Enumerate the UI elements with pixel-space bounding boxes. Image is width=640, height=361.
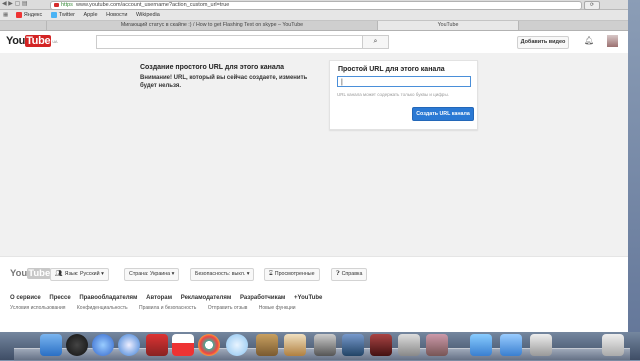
footer-link-secondary[interactable]: Условия использования xyxy=(10,305,66,311)
trash-icon[interactable] xyxy=(602,334,624,356)
tab-bar: Мигающий статус в скайпе :) / How to get… xyxy=(0,21,628,31)
custom-url-input[interactable] xyxy=(337,76,471,87)
browser-toolbar: ◀ ▶ ▢ ▤ https www.youtube.com/account_us… xyxy=(0,0,628,10)
youtube-header: YouTube UA ⌕ Добавить видео 🔔︎ xyxy=(0,31,628,54)
footer-link-secondary[interactable]: Отправить отзыв xyxy=(208,305,248,311)
footer-link[interactable]: Авторам xyxy=(146,295,172,301)
hourglass-icon: ⌛︎ xyxy=(269,271,273,277)
footer-link[interactable]: Правообладателям xyxy=(79,295,137,301)
custom-url-card: Простой URL для этого канала URL канала … xyxy=(329,60,478,130)
yandex-icon xyxy=(15,11,22,18)
bookmarks-bar: ▦ Яндекс Twitter Apple Новости Wikipedia xyxy=(0,10,628,21)
footer: YouTube 👥︎ Язык: Русский ▾ Страна: Украин… xyxy=(0,256,628,332)
footer-link-secondary[interactable]: Конфиденциальность xyxy=(77,305,128,311)
desktop-background xyxy=(628,0,640,332)
bookmark-apple[interactable]: Apple xyxy=(84,10,98,20)
help-icon: ❓︎ xyxy=(336,271,340,277)
url-text: www.youtube.com/account_username?action_… xyxy=(76,2,230,8)
card-title: Простой URL для этого канала xyxy=(338,66,445,73)
help-button[interactable]: ❓︎ Справка xyxy=(331,268,368,281)
page-title: Создание простого URL для этого канала xyxy=(140,64,285,71)
avatar[interactable] xyxy=(607,35,618,47)
footer-link-secondary[interactable]: Новые функции xyxy=(259,305,296,311)
address-bar[interactable]: https www.youtube.com/account_username?a… xyxy=(50,1,582,10)
bell-icon[interactable]: 🔔︎ xyxy=(584,36,594,45)
footer-link-secondary[interactable]: Правила и безопасность xyxy=(139,305,196,311)
footer-links: О сервисе Прессе Правообладателям Автора… xyxy=(10,295,329,301)
bookmark-wikipedia[interactable]: Wikipedia xyxy=(136,10,160,20)
photos-icon[interactable] xyxy=(256,334,278,356)
footer-youtube-logo[interactable]: YouTube xyxy=(10,268,52,279)
main-content xyxy=(0,53,628,256)
footer-link[interactable]: Рекламодателям xyxy=(181,295,232,301)
tab-spacer xyxy=(0,21,47,30)
twitter-icon xyxy=(50,11,57,18)
bookmarks-grid-icon[interactable]: ▦ xyxy=(3,12,8,18)
chrome-icon[interactable] xyxy=(198,334,220,356)
country-button[interactable]: Страна: Украина ▾ xyxy=(124,268,180,281)
archive-icon[interactable] xyxy=(426,334,448,356)
search-icon: ⌕ xyxy=(373,38,378,45)
browser-window: ◀ ▶ ▢ ▤ https www.youtube.com/account_us… xyxy=(0,0,628,332)
bookmark-yandex[interactable]: Яндекс xyxy=(15,10,42,20)
stack-icon[interactable] xyxy=(530,334,552,356)
footer-link[interactable]: +YouTube xyxy=(294,295,322,301)
favicon-icon xyxy=(54,3,59,7)
language-button[interactable]: 👥︎ Язык: Русский ▾ xyxy=(50,268,109,281)
footer-link[interactable]: Разработчикам xyxy=(240,295,285,301)
dashboard-icon[interactable] xyxy=(66,334,88,356)
search-input[interactable] xyxy=(96,35,363,49)
nav-buttons[interactable]: ◀ ▶ ▢ ▤ xyxy=(0,0,46,9)
safari-icon[interactable] xyxy=(118,334,140,356)
youtube-logo[interactable]: YouTube UA xyxy=(6,35,58,48)
folder-icon[interactable] xyxy=(470,334,492,356)
history-button[interactable]: ⌛︎ Просмотренные xyxy=(264,268,320,281)
search-button[interactable]: ⌕ xyxy=(362,35,389,49)
camera-icon[interactable] xyxy=(314,334,336,356)
messages-icon[interactable] xyxy=(226,334,248,356)
bookmark-twitter[interactable]: Twitter xyxy=(50,10,75,20)
tab-flashing-text[interactable]: Мигающий статус в скайпе :) / How to get… xyxy=(47,21,378,30)
warning-text: Внимание! URL, который вы сейчас создает… xyxy=(140,75,308,89)
downloads-icon[interactable] xyxy=(500,334,522,356)
footer-secondary-links: Условия использования Конфиденциальность… xyxy=(10,305,306,311)
language-icon: 👥︎ xyxy=(55,271,63,277)
create-url-button[interactable]: Создать URL канала xyxy=(412,107,474,121)
calendar-icon[interactable] xyxy=(172,334,194,356)
upload-button[interactable]: Добавить видео xyxy=(517,36,569,49)
tab-youtube[interactable]: YouTube xyxy=(378,21,519,30)
url-hint: URL канала может содержать только буквы … xyxy=(337,92,449,97)
footer-link[interactable]: О сервисе xyxy=(10,295,41,301)
safety-button[interactable]: Безопасность: выкл. ▾ xyxy=(190,268,255,281)
itunes-icon[interactable] xyxy=(92,334,114,356)
footer-link[interactable]: Прессе xyxy=(49,295,70,301)
preview-icon[interactable] xyxy=(284,334,306,356)
url-scheme: https xyxy=(61,2,73,8)
movie-icon[interactable] xyxy=(370,334,392,356)
photo-booth-icon[interactable] xyxy=(146,334,168,356)
system-preferences-icon[interactable] xyxy=(398,334,420,356)
app-icon[interactable] xyxy=(342,334,364,356)
finder-icon[interactable] xyxy=(40,334,62,356)
bookmark-news[interactable]: Новости xyxy=(106,10,127,20)
reload-button[interactable]: ⟳ xyxy=(584,1,600,10)
